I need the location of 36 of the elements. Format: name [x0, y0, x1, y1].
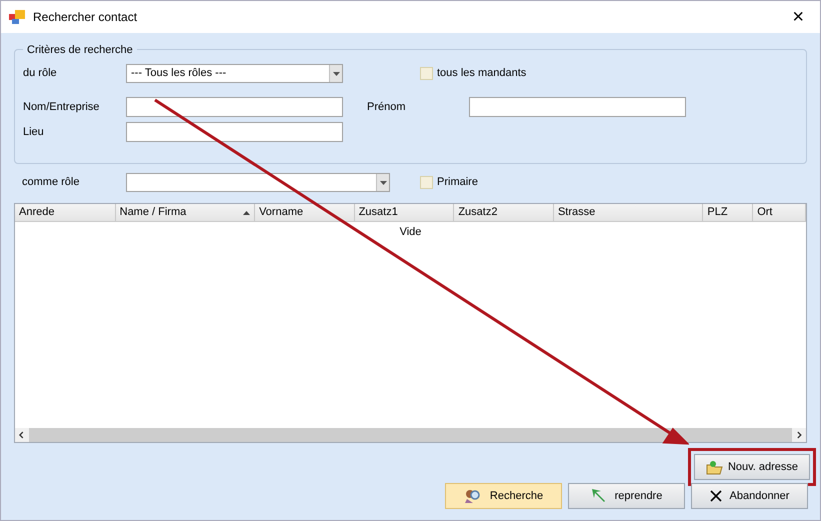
empty-message: Vide — [400, 225, 422, 240]
app-icon — [9, 10, 25, 24]
role-dropdown[interactable]: --- Tous les rôles --- — [126, 64, 343, 83]
column-header[interactable]: Vorname — [255, 204, 355, 221]
column-header[interactable]: Zusatz1 — [354, 204, 454, 221]
search-icon — [464, 488, 482, 504]
checkbox[interactable] — [420, 176, 433, 189]
name-field[interactable] — [126, 97, 343, 117]
checkbox-label: tous les mandants — [437, 66, 526, 82]
field-label: Nom/Entreprise — [22, 100, 100, 115]
checkbox[interactable] — [420, 67, 433, 80]
field-label: Prénom — [367, 100, 407, 115]
window-title: Rechercher contact — [33, 9, 138, 26]
column-header[interactable]: Zusatz2 — [454, 204, 554, 221]
folder-icon — [706, 459, 724, 475]
column-header[interactable]: Ort — [753, 204, 806, 221]
place-field[interactable] — [126, 122, 343, 142]
cancel-button[interactable]: Abandonner — [691, 483, 808, 509]
field-label: comme rôle — [21, 175, 80, 190]
sort-ascending-icon — [243, 210, 250, 214]
horizontal-scrollbar[interactable] — [15, 428, 806, 442]
firstname-field[interactable] — [469, 97, 686, 117]
search-button[interactable]: Recherche — [445, 483, 562, 509]
column-header[interactable]: Name / Firma — [116, 204, 256, 221]
arrow-icon — [590, 488, 607, 504]
close-button[interactable]: × — [784, 7, 812, 27]
new-address-button[interactable]: Nouv. adresse — [694, 454, 810, 480]
column-header[interactable]: Strasse — [554, 204, 704, 221]
column-header[interactable]: PLZ — [703, 204, 754, 221]
close-icon — [710, 490, 722, 502]
field-label: du rôle — [22, 66, 58, 82]
column-header[interactable]: Anrede — [15, 204, 116, 221]
field-label: Lieu — [22, 124, 45, 140]
checkbox-label: Primaire — [437, 175, 478, 190]
role-dropdown[interactable] — [126, 173, 390, 192]
take-button[interactable]: reprendre — [568, 483, 685, 509]
